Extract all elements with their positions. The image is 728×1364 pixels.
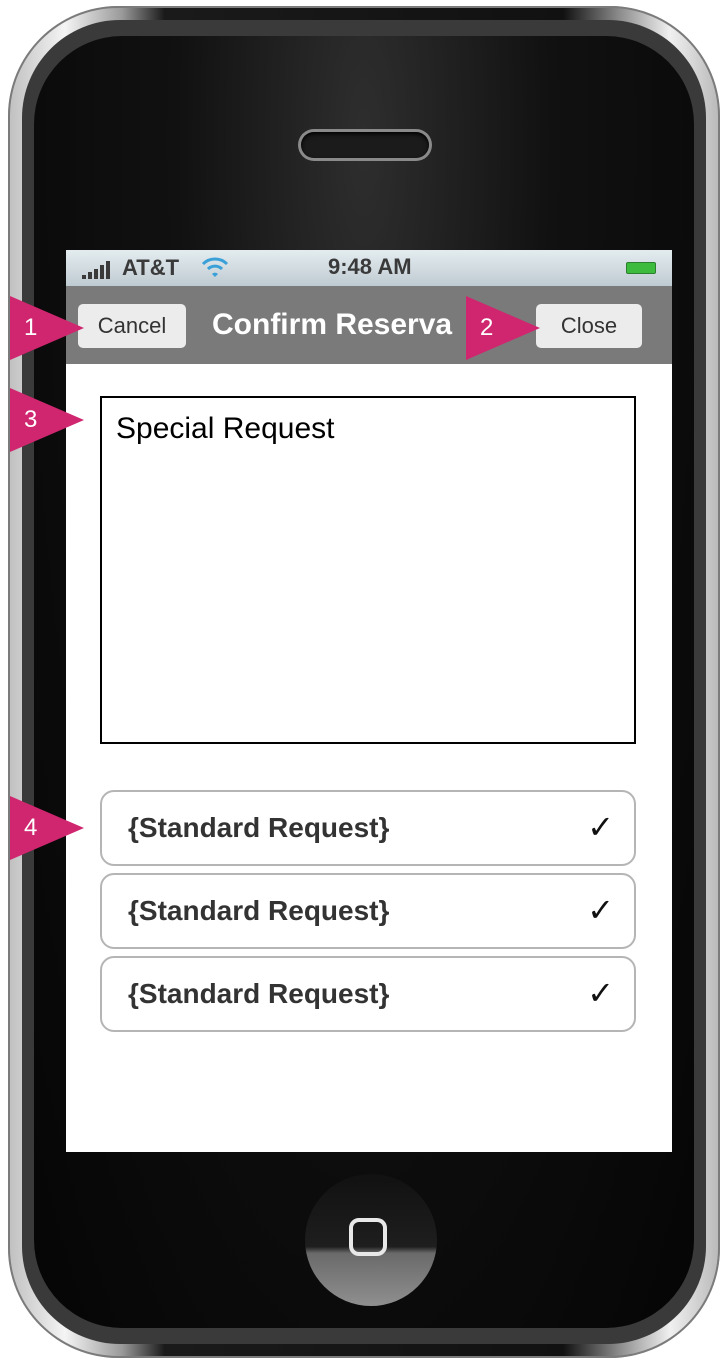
wifi-icon bbox=[201, 257, 229, 277]
special-request-textarea[interactable]: Special Request bbox=[100, 396, 636, 744]
home-button[interactable] bbox=[305, 1174, 437, 1306]
page-title: Confirm Reserva bbox=[212, 308, 453, 341]
annotation-number: 4 bbox=[24, 814, 38, 841]
carrier-label: AT&T bbox=[122, 255, 180, 280]
annotation-number: 1 bbox=[24, 314, 38, 341]
annotation-number: 3 bbox=[24, 406, 38, 433]
standard-request-label: {Standard Request} bbox=[128, 812, 390, 843]
screen: AT&T 9:48 AM Cancel Confirm Reserva Clos… bbox=[66, 250, 672, 1152]
special-request-placeholder: Special Request bbox=[116, 412, 335, 445]
close-button[interactable]: Close bbox=[536, 304, 642, 348]
annotation-marker-3: 3 bbox=[10, 388, 84, 452]
speaker-grille bbox=[301, 132, 429, 158]
checkmark-icon: ✓ bbox=[587, 808, 614, 846]
nav-bar: Cancel Confirm Reserva Close bbox=[66, 286, 672, 364]
standard-request-label: {Standard Request} bbox=[128, 895, 390, 926]
cancel-button[interactable]: Cancel bbox=[78, 304, 186, 348]
standard-request-label: {Standard Request} bbox=[128, 978, 390, 1009]
standard-request-row[interactable]: {Standard Request} ✓ bbox=[100, 956, 636, 1032]
status-time: 9:48 AM bbox=[328, 254, 412, 279]
annotation-marker-2: 2 bbox=[466, 296, 540, 360]
signal-icon bbox=[82, 261, 110, 279]
standard-request-row[interactable]: {Standard Request} ✓ bbox=[100, 873, 636, 949]
checkmark-icon: ✓ bbox=[587, 974, 614, 1012]
annotation-marker-1: 1 bbox=[10, 296, 84, 360]
standard-request-row[interactable]: {Standard Request} ✓ bbox=[100, 790, 636, 866]
checkmark-icon: ✓ bbox=[587, 891, 614, 929]
annotation-number: 2 bbox=[480, 314, 494, 341]
annotation-marker-4: 4 bbox=[10, 796, 84, 860]
home-icon bbox=[349, 1218, 387, 1256]
battery-icon bbox=[626, 262, 656, 274]
status-bar: AT&T 9:48 AM bbox=[66, 250, 672, 286]
